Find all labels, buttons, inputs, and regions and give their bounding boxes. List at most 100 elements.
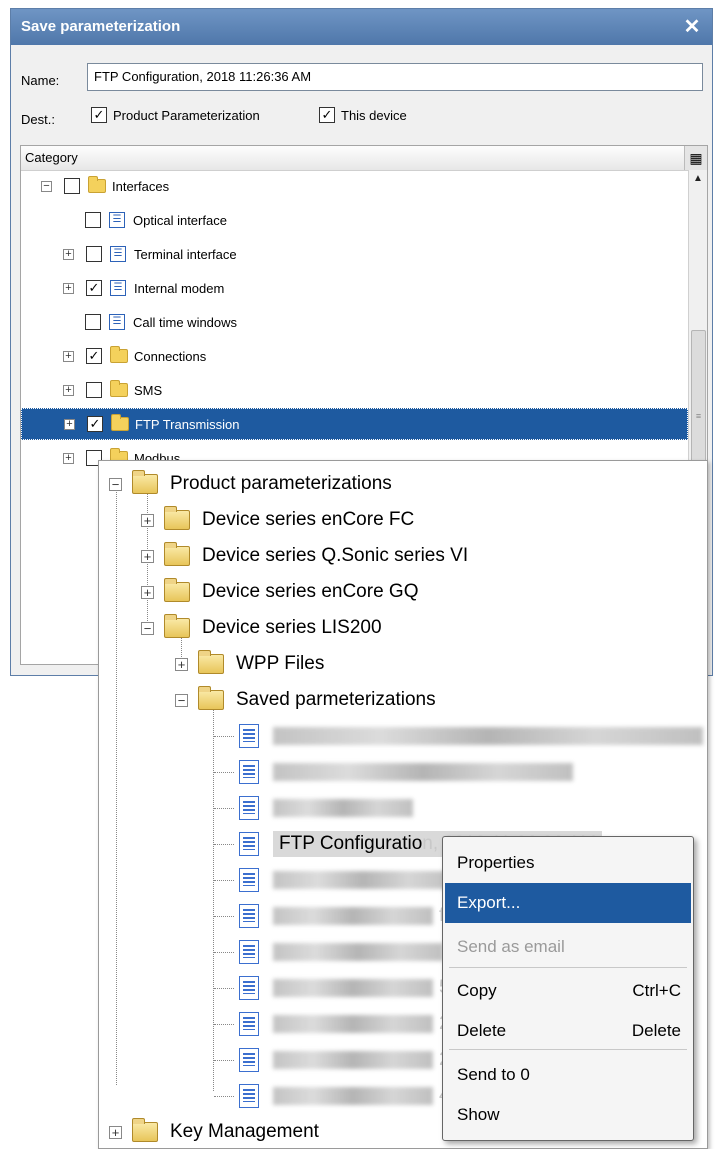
menu-item-label: Delete bbox=[457, 1021, 507, 1040]
menu-item-send-to-0[interactable]: Send to 0 bbox=[445, 1055, 691, 1095]
saved-parameterization-item[interactable] bbox=[239, 719, 703, 753]
folder-icon bbox=[164, 614, 190, 638]
folder-icon bbox=[198, 650, 224, 674]
checkbox-unchecked[interactable] bbox=[85, 212, 101, 228]
collapse-icon[interactable]: − bbox=[109, 477, 122, 491]
tree-node-label: Product parameterizations bbox=[170, 473, 392, 494]
tree-node-wpp-files[interactable]: + WPP Files bbox=[175, 647, 324, 681]
tree-node-series[interactable]: − Device series LIS200 bbox=[141, 611, 382, 645]
folder-icon bbox=[110, 380, 128, 397]
expand-icon[interactable]: + bbox=[63, 282, 74, 294]
menu-item-label: Properties bbox=[457, 853, 535, 872]
expand-icon[interactable]: + bbox=[63, 384, 74, 396]
tree-node-series[interactable]: + Device series enCore GQ bbox=[141, 575, 418, 609]
redacted-item-label bbox=[273, 907, 433, 925]
checkbox-unchecked[interactable] bbox=[86, 246, 102, 262]
menu-separator bbox=[449, 1049, 687, 1050]
scroll-up-icon[interactable]: ▲ bbox=[689, 170, 707, 188]
parameterization-file-icon bbox=[239, 832, 259, 856]
close-icon[interactable]: ✕ bbox=[680, 15, 704, 39]
folder-icon bbox=[110, 346, 128, 363]
menu-item-label: Send to 0 bbox=[457, 1065, 530, 1084]
checkbox-unchecked[interactable] bbox=[86, 382, 102, 398]
dest-product-parameterization-checkbox[interactable]: ✓ Product Parameterization bbox=[91, 107, 260, 123]
category-row-label: Internal modem bbox=[134, 280, 225, 296]
collapse-icon[interactable]: − bbox=[141, 621, 154, 635]
tree-node-product-parameterizations[interactable]: − Product parameterizations bbox=[109, 467, 392, 501]
menu-item-label: Copy bbox=[457, 981, 497, 1000]
folder-icon bbox=[88, 176, 106, 193]
category-row-label: SMS bbox=[134, 382, 163, 398]
menu-item-label: Send as email bbox=[457, 937, 565, 956]
redacted-item-label bbox=[273, 871, 453, 889]
expand-icon[interactable]: + bbox=[109, 1125, 122, 1139]
redacted-item-label bbox=[273, 763, 573, 781]
saved-parameterization-item[interactable] bbox=[239, 935, 443, 969]
saved-parameterization-item[interactable]: t bbox=[239, 863, 464, 897]
tree-node-saved-parameterizations[interactable]: − Saved parmeterizations bbox=[175, 683, 436, 717]
folder-icon bbox=[164, 578, 190, 602]
redacted-item-label bbox=[273, 979, 433, 997]
category-row[interactable]: + ✓ FTP Transmission bbox=[21, 408, 688, 440]
category-row[interactable]: ☰ Optical interface bbox=[21, 204, 688, 236]
checkbox-checked[interactable]: ✓ bbox=[91, 107, 107, 123]
expand-icon[interactable]: + bbox=[64, 418, 75, 430]
category-row-label: Interfaces bbox=[112, 178, 170, 194]
tree-node-series[interactable]: + Device series Q.Sonic series VI bbox=[141, 539, 468, 573]
category-row[interactable]: + ☰ Terminal interface bbox=[21, 238, 688, 270]
category-row[interactable]: − Interfaces bbox=[21, 170, 688, 202]
saved-parameterization-item[interactable]: f bbox=[239, 899, 444, 933]
saved-parameterization-item[interactable] bbox=[239, 755, 573, 789]
menu-item-show[interactable]: Show bbox=[445, 1095, 691, 1135]
expand-icon[interactable]: + bbox=[63, 350, 74, 362]
menu-item-properties[interactable]: Properties bbox=[445, 843, 691, 883]
expand-icon[interactable]: + bbox=[175, 657, 188, 671]
collapse-icon[interactable]: − bbox=[41, 180, 52, 192]
category-row-label: Connections bbox=[134, 348, 207, 364]
checkbox-checked[interactable]: ✓ bbox=[87, 416, 103, 432]
checkbox-checked[interactable]: ✓ bbox=[319, 107, 335, 123]
category-header-label: Category bbox=[25, 150, 78, 165]
saved-parameterization-item[interactable] bbox=[239, 791, 413, 825]
column-chooser-icon[interactable]: ▦ bbox=[684, 146, 707, 170]
category-row[interactable]: + ✓ Connections bbox=[21, 340, 688, 372]
selected-item-name: FTP Configuratio bbox=[279, 833, 423, 854]
checkbox-unchecked[interactable] bbox=[85, 314, 101, 330]
menu-item-export[interactable]: Export... bbox=[445, 883, 691, 923]
checkbox-checked[interactable]: ✓ bbox=[86, 348, 102, 364]
expand-icon[interactable]: + bbox=[63, 248, 74, 260]
parameterization-file-icon bbox=[239, 1084, 259, 1108]
tree-node-label: Device series LIS200 bbox=[202, 617, 382, 638]
expand-icon[interactable]: + bbox=[141, 549, 154, 563]
category-row[interactable]: + ✓ ☰ Internal modem bbox=[21, 272, 688, 304]
checkbox-checked[interactable]: ✓ bbox=[86, 280, 102, 296]
dest-this-device-checkbox[interactable]: ✓ This device bbox=[319, 107, 407, 123]
dialog-title: Save parameterization bbox=[21, 18, 181, 35]
category-row[interactable]: ☰ Call time windows bbox=[21, 306, 688, 338]
parameterization-file-icon bbox=[239, 724, 259, 748]
menu-item-send-as-email[interactable]: Send as email bbox=[445, 927, 691, 967]
category-row-label: Call time windows bbox=[133, 314, 238, 330]
dialog-titlebar: Save parameterization ✕ bbox=[11, 9, 712, 45]
tree-node-key-management[interactable]: + Key Management bbox=[109, 1115, 319, 1149]
category-column-header[interactable]: Category ▦ bbox=[21, 146, 707, 171]
redacted-item-label bbox=[273, 1051, 433, 1069]
tree-node-series[interactable]: + Device series enCore FC bbox=[141, 503, 414, 537]
parameterization-file-icon bbox=[239, 868, 259, 892]
expand-icon[interactable]: + bbox=[141, 513, 154, 527]
name-input[interactable]: FTP Configuration, 2018 11:26:36 AM bbox=[87, 63, 703, 91]
parameterization-file-icon bbox=[239, 760, 259, 784]
tree-node-label: Device series Q.Sonic series VI bbox=[202, 545, 469, 566]
expand-icon[interactable]: + bbox=[63, 452, 74, 464]
collapse-icon[interactable]: − bbox=[175, 693, 188, 707]
checkbox-unchecked[interactable] bbox=[64, 178, 80, 194]
parameterization-file-icon bbox=[239, 940, 259, 964]
parameterization-file-icon bbox=[239, 1048, 259, 1072]
category-row[interactable]: + SMS bbox=[21, 374, 688, 406]
list-icon: ☰ bbox=[109, 212, 125, 228]
menu-item-copy[interactable]: Copy Ctrl+C bbox=[445, 971, 691, 1011]
dest-option-label: Product Parameterization bbox=[113, 107, 260, 123]
expand-icon[interactable]: + bbox=[141, 585, 154, 599]
folder-icon bbox=[132, 1118, 158, 1142]
menu-item-delete[interactable]: Delete Delete bbox=[445, 1011, 691, 1051]
